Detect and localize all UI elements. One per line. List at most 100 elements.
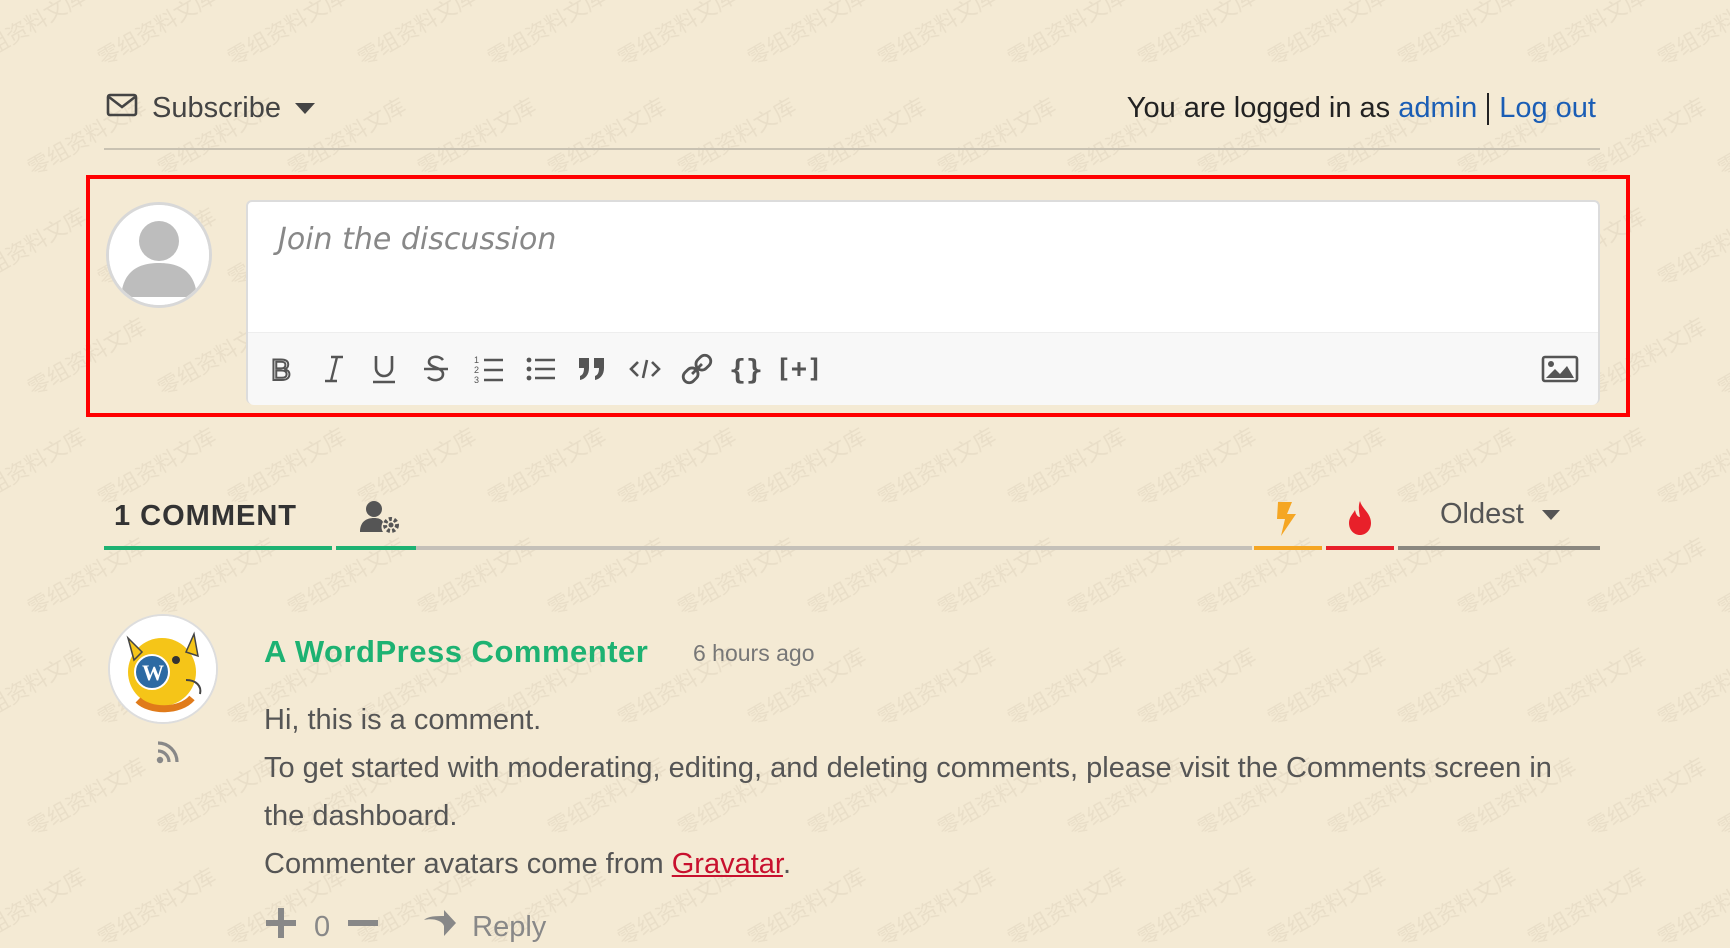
watermark-text: 零组资料文库 bbox=[1653, 864, 1730, 944]
downvote-icon[interactable] bbox=[346, 906, 380, 948]
comment-input[interactable] bbox=[248, 202, 1598, 330]
source-code-icon[interactable]: {} bbox=[729, 343, 763, 395]
watermark-text: 零组资料文库 bbox=[1653, 204, 1730, 292]
subscribe-label: Subscribe bbox=[152, 92, 281, 124]
watermark-text: 零组资料文库 bbox=[483, 424, 611, 512]
image-upload-icon[interactable] bbox=[1538, 343, 1582, 395]
strikethrough-icon[interactable] bbox=[420, 343, 452, 395]
watermark-text: 零组资料文库 bbox=[933, 534, 1061, 622]
tabs-baseline bbox=[416, 546, 1252, 550]
watermark-text: 零组资料文库 bbox=[1583, 534, 1711, 622]
watermark-text: 零组资料文库 bbox=[283, 534, 411, 622]
comment-actions: 0 Reply bbox=[264, 906, 546, 948]
comment-author[interactable]: A WordPress Commenter bbox=[264, 634, 648, 670]
watermark-text: 零组资料文库 bbox=[0, 0, 91, 72]
watermark-text: 零组资料文库 bbox=[1523, 0, 1651, 72]
watermark-text: 零组资料文库 bbox=[1133, 424, 1261, 512]
envelope-icon bbox=[106, 92, 138, 125]
watermark-text: 零组资料文库 bbox=[0, 864, 91, 944]
watermark-text: 零组资料文库 bbox=[23, 534, 151, 622]
sort-label: Oldest bbox=[1440, 498, 1524, 530]
newest-icon[interactable] bbox=[1274, 500, 1300, 543]
watermark-text: 零组资料文库 bbox=[743, 424, 871, 512]
caret-down-icon bbox=[1541, 509, 1560, 520]
header-divider bbox=[104, 148, 1600, 150]
watermark-text: 零组资料文库 bbox=[1713, 754, 1730, 842]
watermark-text: 零组资料文库 bbox=[1393, 0, 1521, 72]
watermark-text: 零组资料文库 bbox=[933, 94, 1061, 182]
watermark-text: 零组资料文库 bbox=[23, 754, 151, 842]
watermark-text: 零组资料文库 bbox=[1653, 644, 1730, 732]
username-link[interactable]: admin bbox=[1398, 92, 1477, 125]
watermark-text: 零组资料文库 bbox=[0, 644, 91, 732]
watermark-text: 零组资料文库 bbox=[1003, 0, 1131, 72]
watermark-text: 零组资料文库 bbox=[873, 0, 1001, 72]
tab-underline-sort bbox=[1398, 546, 1600, 550]
watermark-text: 零组资料文库 bbox=[1653, 0, 1730, 72]
upvote-icon[interactable] bbox=[264, 906, 298, 948]
logged-in-text: You are logged in as bbox=[1126, 92, 1391, 124]
watermark-text: 零组资料文库 bbox=[0, 424, 91, 512]
blockquote-icon[interactable] bbox=[576, 343, 608, 395]
default-user-icon bbox=[109, 205, 209, 305]
watermark-text: 零组资料文库 bbox=[1263, 424, 1391, 512]
logout-link[interactable]: Log out bbox=[1499, 92, 1596, 125]
watermark-text: 零组资料文库 bbox=[543, 534, 671, 622]
comment-time[interactable]: 6 hours ago bbox=[693, 640, 814, 667]
watermark-text: 零组资料文库 bbox=[1193, 534, 1321, 622]
watermark-text: 零组资料文库 bbox=[353, 0, 481, 72]
hot-icon[interactable] bbox=[1346, 500, 1374, 541]
code-icon[interactable] bbox=[628, 343, 662, 395]
watermark-text: 零组资料文库 bbox=[153, 534, 281, 622]
rss-icon[interactable] bbox=[156, 740, 180, 769]
unordered-list-icon[interactable] bbox=[524, 343, 558, 395]
comment-count: 1 COMMENT bbox=[114, 500, 297, 532]
svg-text:B: B bbox=[271, 354, 291, 384]
watermark-text: 零组资料文库 bbox=[483, 0, 611, 72]
commenter-avatar: W bbox=[108, 614, 218, 724]
watermark-text: 零组资料文库 bbox=[1713, 314, 1730, 402]
watermark-text: 零组资料文库 bbox=[93, 864, 221, 944]
login-status: You are logged in as admin Log out bbox=[1127, 92, 1596, 125]
watermark-text: 零组资料文库 bbox=[803, 534, 931, 622]
link-icon[interactable] bbox=[680, 343, 714, 395]
watermark-text: 零组资料文库 bbox=[353, 424, 481, 512]
watermark-text: 零组资料文库 bbox=[413, 94, 541, 182]
svg-text:1: 1 bbox=[474, 355, 479, 365]
watermark-text: 零组资料文库 bbox=[1583, 94, 1711, 182]
watermark-text: 零组资料文库 bbox=[223, 424, 351, 512]
editor-toolbar: B 123 {} [+] bbox=[248, 332, 1598, 405]
watermark-text: 零组资料文库 bbox=[873, 424, 1001, 512]
user-avatar bbox=[106, 202, 212, 308]
comment-body: Hi, this is a comment. To get started wi… bbox=[264, 696, 1564, 888]
watermark-text: 零组资料文库 bbox=[1713, 534, 1730, 622]
underline-icon[interactable] bbox=[368, 343, 400, 395]
tab-underline-hot bbox=[1326, 546, 1394, 550]
wapuu-avatar-icon: W bbox=[110, 616, 216, 722]
spoiler-icon[interactable]: [+] bbox=[768, 343, 830, 395]
sort-dropdown[interactable]: Oldest bbox=[1440, 498, 1560, 531]
svg-text:2: 2 bbox=[474, 365, 479, 375]
reply-arrow-icon[interactable] bbox=[422, 908, 458, 946]
user-settings-icon[interactable] bbox=[360, 500, 400, 539]
watermark-text: 零组资料文库 bbox=[1063, 534, 1191, 622]
subscribe-dropdown[interactable]: Subscribe bbox=[106, 92, 315, 125]
watermark-text: 零组资料文库 bbox=[413, 534, 541, 622]
divider bbox=[1487, 92, 1490, 125]
tab-underline-newest bbox=[1254, 546, 1322, 550]
watermark-text: 零组资料文库 bbox=[613, 424, 741, 512]
watermark-text: 零组资料文库 bbox=[1653, 424, 1730, 512]
tab-underline-settings bbox=[336, 546, 416, 550]
watermark-text: 零组资料文库 bbox=[1713, 94, 1730, 182]
watermark-text: 零组资料文库 bbox=[613, 0, 741, 72]
svg-text:3: 3 bbox=[474, 375, 479, 384]
gravatar-link[interactable]: Gravatar bbox=[672, 848, 783, 880]
watermark-text: 零组资料文库 bbox=[0, 204, 91, 292]
italic-icon[interactable] bbox=[318, 343, 350, 395]
watermark-text: 零组资料文库 bbox=[1453, 534, 1581, 622]
comment-line: Hi, this is a comment. bbox=[264, 704, 542, 736]
watermark-text: 零组资料文库 bbox=[803, 94, 931, 182]
bold-icon[interactable]: B bbox=[266, 343, 298, 395]
ordered-list-icon[interactable]: 123 bbox=[472, 343, 506, 395]
reply-button[interactable]: Reply bbox=[472, 911, 546, 944]
